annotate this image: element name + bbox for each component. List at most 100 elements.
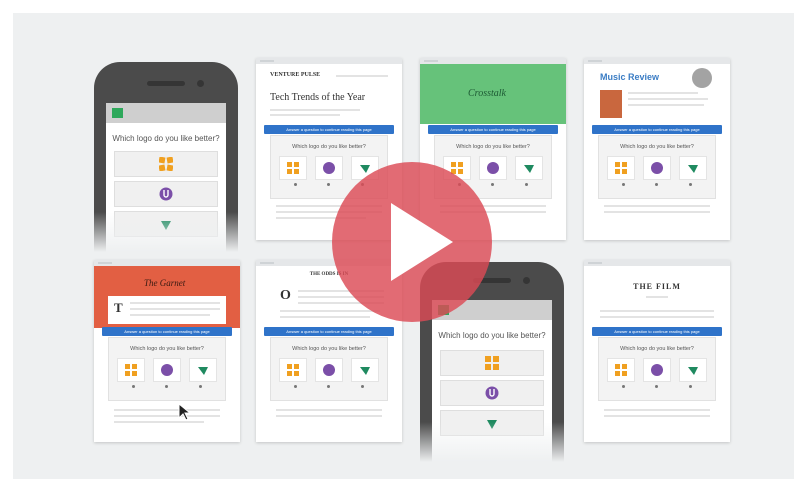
logo-green-leaf-icon [688, 367, 698, 375]
logo-purple-circle-icon [651, 162, 663, 174]
option-orange [279, 358, 307, 382]
text-line [604, 211, 710, 213]
survey-banner: Answer a question to continue reading th… [102, 327, 232, 336]
phone-option-1 [114, 151, 218, 177]
text-line [604, 415, 710, 417]
option-orange [279, 156, 307, 180]
phone-camera [197, 80, 204, 87]
phone-fade [420, 422, 564, 462]
play-button[interactable] [331, 161, 493, 323]
survey-question: Which logo do you like better? [620, 346, 694, 352]
logo-orange-pinwheel-icon [125, 364, 137, 376]
survey-options [279, 358, 379, 382]
logo-purple-circle-icon [323, 364, 335, 376]
logo-green-leaf-icon [524, 165, 534, 173]
survey-question: Which logo do you like better? [130, 346, 204, 352]
logo-orange-pinwheel-icon [287, 162, 299, 174]
album-cover [600, 90, 622, 118]
survey-options [607, 156, 707, 180]
option-purple [153, 358, 181, 382]
survey-question: Which logo do you like better? [292, 144, 366, 150]
option-dots [607, 385, 707, 388]
text-line [604, 205, 710, 207]
logo-orange-pinwheel-icon [159, 157, 173, 171]
phone-question: Which logo do you like better? [438, 331, 546, 340]
drop-cap: T [114, 300, 123, 315]
survey-box: Which logo do you like better? [598, 337, 716, 401]
text-line [130, 302, 220, 304]
option-purple [643, 358, 671, 382]
logo-orange-pinwheel-icon [615, 162, 627, 174]
logo-green-leaf-icon [198, 367, 208, 375]
logo-purple-circle-icon [651, 364, 663, 376]
option-orange [607, 358, 635, 382]
option-green [189, 358, 217, 382]
phone-mockup-1: Which logo do you like better? [94, 62, 238, 252]
publication-name: THE FILM [633, 282, 681, 291]
text-line [600, 316, 714, 318]
option-green [351, 358, 379, 382]
card-music-review: Music Review Answer a question to contin… [584, 58, 730, 240]
publication-name: The Garnet [144, 278, 186, 288]
survey-box: Which logo do you like better? [270, 337, 388, 401]
survey-banner: Answer a question to continue reading th… [592, 327, 722, 336]
phone-app-bar [106, 103, 226, 123]
card-orange-magazine: The Garnet T Answer a question to contin… [94, 260, 240, 442]
logo-purple-circle-icon [159, 187, 173, 201]
phone-fade [94, 212, 238, 252]
text-line [646, 296, 668, 298]
article-box [108, 296, 226, 324]
text-line [604, 409, 710, 411]
logo-orange-pinwheel-icon [287, 364, 299, 376]
phone-question: Which logo do you like better? [112, 134, 220, 143]
survey-question: Which logo do you like better? [456, 144, 530, 150]
survey-box: Which logo do you like better? [598, 135, 716, 199]
text-line [130, 308, 220, 310]
option-orange [117, 358, 145, 382]
browser-chrome [584, 260, 730, 266]
logo-green-leaf-icon [360, 367, 370, 375]
survey-banner: Answer a question to continue reading th… [428, 125, 558, 134]
survey-box: Which logo do you like better? [108, 337, 226, 401]
option-dots [607, 183, 707, 186]
logo-purple-circle-icon [161, 364, 173, 376]
text-line [276, 409, 382, 411]
survey-question: Which logo do you like better? [620, 144, 694, 150]
option-purple [643, 156, 671, 180]
survey-options [607, 358, 707, 382]
article-title: Tech Trends of the Year [270, 92, 366, 103]
publication-name: Crosstalk [468, 88, 506, 99]
publication-name: Music Review [600, 72, 660, 82]
text-line [628, 104, 704, 106]
option-green [515, 156, 543, 180]
text-line [628, 98, 708, 100]
app-icon [112, 108, 123, 118]
text-line [600, 310, 714, 312]
phone-option-1 [440, 350, 544, 376]
survey-banner: Answer a question to continue reading th… [592, 125, 722, 134]
logo-purple-circle-icon [485, 386, 499, 400]
option-dots [117, 385, 217, 388]
text-line [114, 421, 204, 423]
option-orange [607, 156, 635, 180]
cursor-icon [178, 403, 190, 421]
card-the-film: THE FILM Answer a question to continue r… [584, 260, 730, 442]
logo-orange-pinwheel-icon [485, 356, 499, 370]
browser-chrome [256, 58, 402, 64]
survey-options [117, 358, 217, 382]
publication-name: VENTURE PULSE [270, 72, 321, 78]
record-icon [692, 68, 712, 88]
phone-camera [523, 277, 530, 284]
option-dots [279, 385, 379, 388]
survey-banner: Answer a question to continue reading th… [264, 125, 394, 134]
text-line [270, 109, 360, 111]
survey-banner: Answer a question to continue reading th… [264, 327, 394, 336]
option-purple [315, 358, 343, 382]
option-green [679, 358, 707, 382]
option-green [679, 156, 707, 180]
text-line [276, 415, 382, 417]
survey-question: Which logo do you like better? [292, 346, 366, 352]
browser-chrome [584, 58, 730, 64]
drop-cap: O [280, 288, 291, 303]
text-line [270, 114, 340, 116]
